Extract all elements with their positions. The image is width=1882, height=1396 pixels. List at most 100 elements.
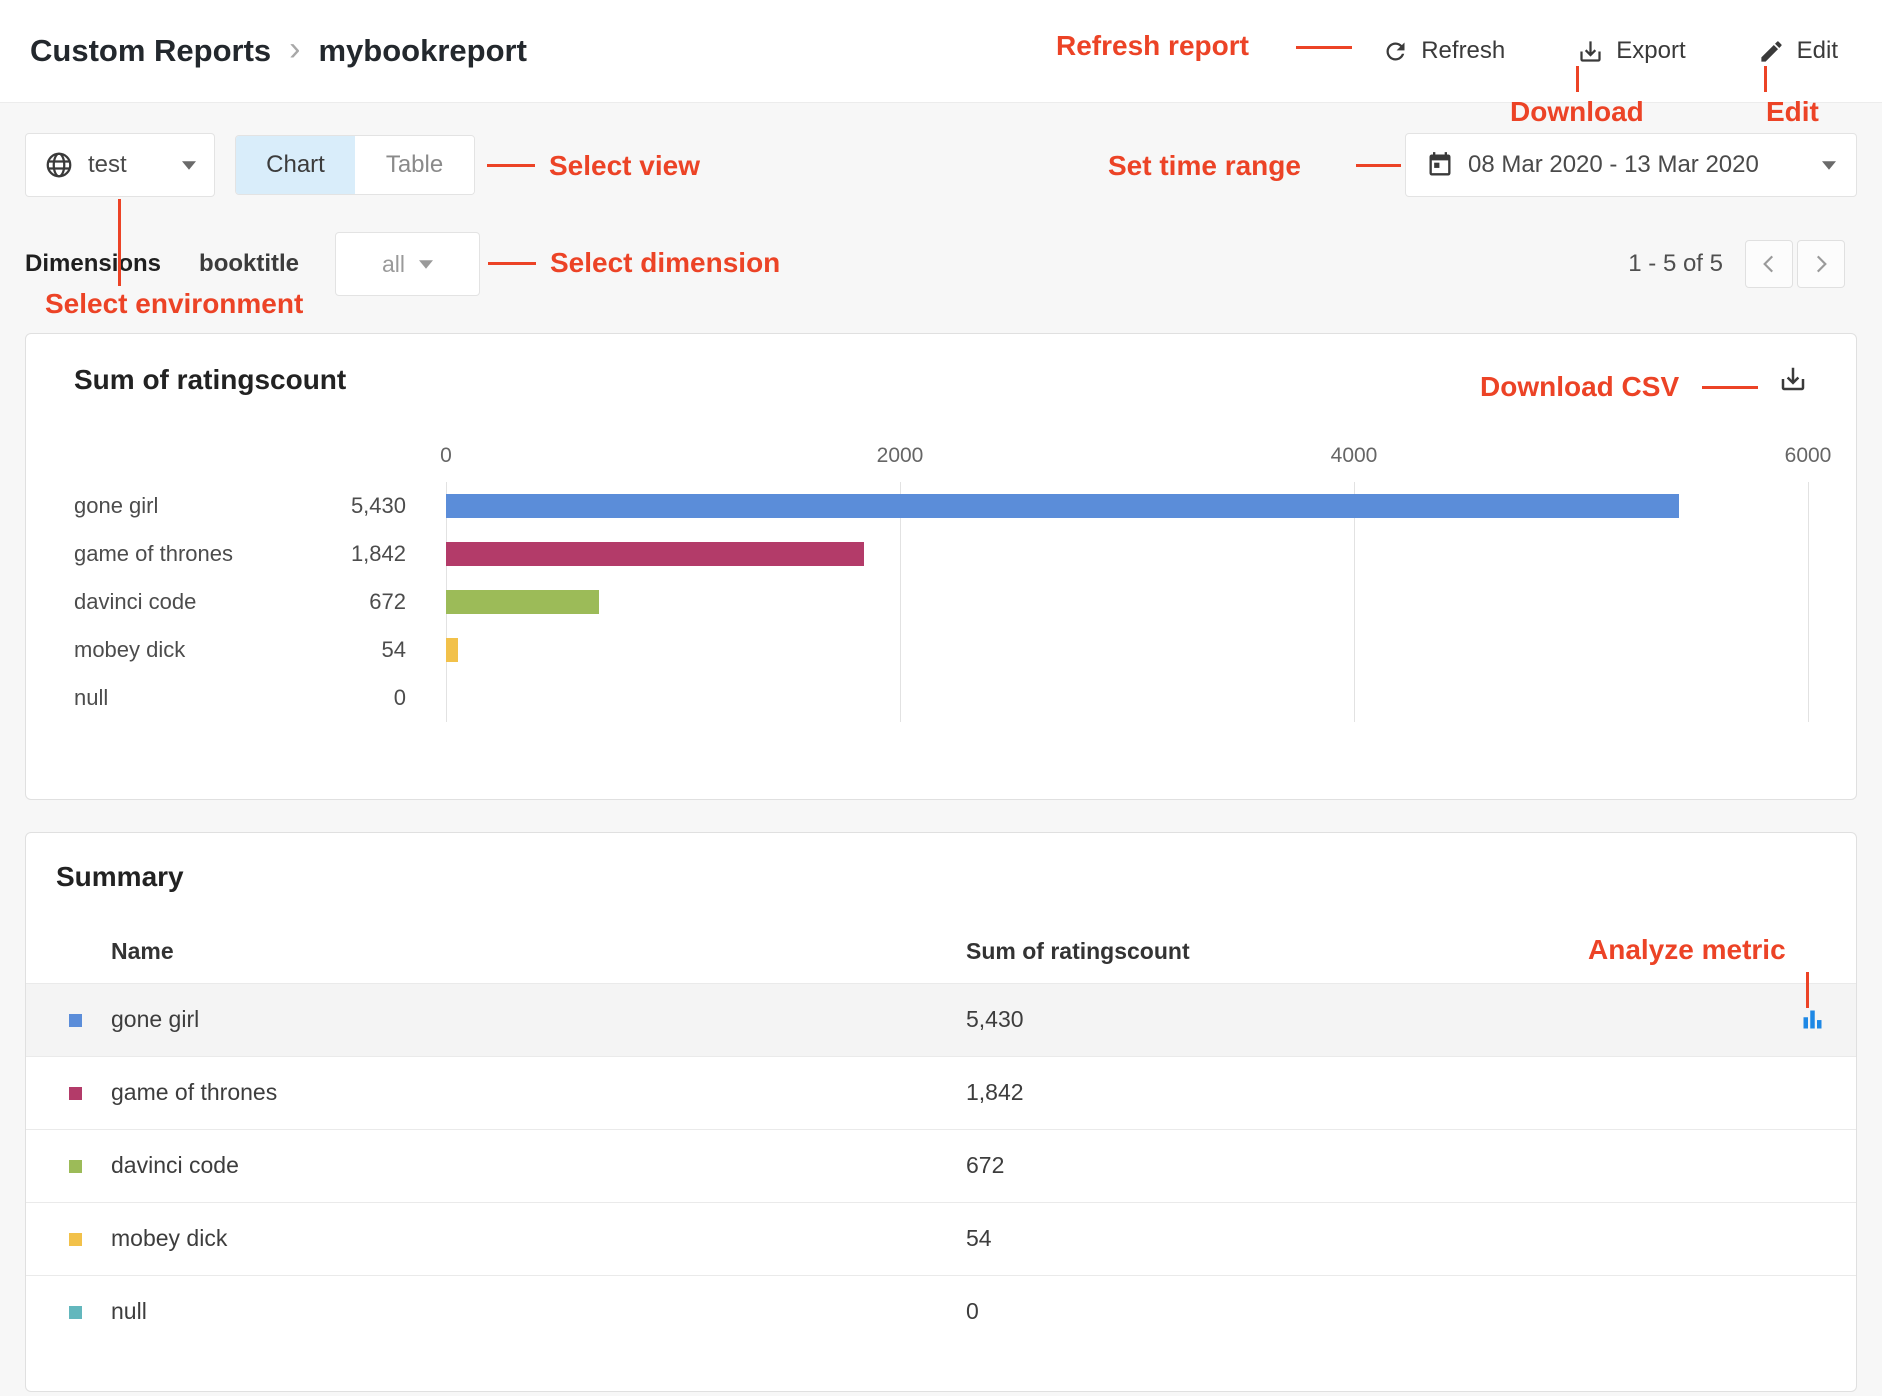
chart-title: Sum of ratingscount (74, 364, 346, 396)
table-row: gone girl 5,430 (26, 983, 1856, 1056)
table-row: davinci code 672 (26, 1129, 1856, 1202)
dimensions-label: Dimensions (25, 250, 161, 278)
environment-selector[interactable]: test (25, 133, 215, 197)
analyze-metric-button[interactable] (1799, 1006, 1826, 1033)
dimension-filter-value: all (382, 251, 405, 278)
row-name: davinci code (111, 1152, 239, 1178)
gridline (900, 482, 901, 722)
chevron-right-icon (1808, 251, 1834, 277)
summary-table: Name Sum of ratingscount gone girl5,430g… (26, 921, 1856, 1348)
chart-category-label: mobey dick (74, 637, 286, 663)
row-action-cell (1766, 1056, 1856, 1129)
download-csv-button[interactable] (1778, 364, 1808, 394)
row-action-cell (1766, 983, 1856, 1056)
row-name-cell: davinci code (26, 1129, 966, 1202)
breadcrumb: Custom Reports › mybookreport (30, 32, 527, 70)
dimensions-row: Dimensions booktitle all 1 - 5 of 5 (25, 230, 1857, 298)
analyze-bar-chart-icon (1799, 1006, 1826, 1033)
dimension-name: booktitle (199, 250, 299, 278)
dimension-filter-dropdown[interactable]: all (335, 232, 480, 296)
header: Custom Reports › mybookreport Refresh Ex… (0, 0, 1882, 103)
chart-row: null0 (74, 674, 446, 722)
download-csv-icon (1778, 364, 1808, 394)
row-action-cell (1766, 1275, 1856, 1348)
chart-row: mobey dick54 (74, 626, 446, 674)
chart-category-label: davinci code (74, 589, 286, 615)
header-actions: Refresh Export Edit (1382, 37, 1838, 65)
breadcrumb-report-name: mybookreport (318, 33, 526, 69)
chevron-down-icon (182, 161, 196, 170)
refresh-button[interactable]: Refresh (1382, 37, 1505, 65)
chevron-down-icon (1822, 161, 1836, 170)
view-toggle: Chart Table (235, 135, 475, 195)
chart-plot (446, 482, 1808, 732)
row-action-cell (1766, 1129, 1856, 1202)
chart-value-label: 5,430 (286, 493, 446, 519)
chart-row: game of thrones1,842 (74, 530, 446, 578)
chart-category-label: gone girl (74, 493, 286, 519)
table-row: mobey dick 54 (26, 1202, 1856, 1275)
summary-card: Summary Name Sum of ratingscount gone gi… (25, 832, 1857, 1392)
chart-row: davinci code672 (74, 578, 446, 626)
row-name: game of thrones (111, 1079, 277, 1105)
bar-gone-girl[interactable] (446, 494, 1679, 518)
row-name-cell: null (26, 1275, 966, 1348)
row-value: 672 (966, 1129, 1766, 1202)
summary-header-row: Name Sum of ratingscount (26, 921, 1856, 983)
chart-category-label: null (74, 685, 286, 711)
chart-view-button[interactable]: Chart (236, 136, 355, 194)
row-name: mobey dick (111, 1225, 227, 1251)
date-range-picker[interactable]: 08 Mar 2020 - 13 Mar 2020 (1405, 133, 1857, 197)
table-row: game of thrones 1,842 (26, 1056, 1856, 1129)
chevron-down-icon (419, 260, 433, 269)
row-value: 5,430 (966, 983, 1766, 1056)
chart-category-label: game of thrones (74, 541, 286, 567)
export-button[interactable]: Export (1577, 37, 1685, 65)
toolbar: test Chart Table 08 Mar 2020 - 13 Mar 20… (25, 133, 1857, 197)
row-name: null (111, 1298, 147, 1324)
summary-table-body: gone girl5,430game of thrones1,842davinc… (26, 983, 1856, 1348)
row-name-cell: mobey dick (26, 1202, 966, 1275)
bar-chart: gone girl5,430game of thrones1,842davinc… (74, 430, 1808, 732)
pagination-next-button[interactable] (1797, 240, 1845, 288)
globe-icon (44, 150, 74, 180)
gridline (1354, 482, 1355, 722)
chart-value-label: 672 (286, 589, 446, 615)
row-value: 1,842 (966, 1056, 1766, 1129)
column-header-sum: Sum of ratingscount (966, 921, 1766, 983)
bar-mobey-dick[interactable] (446, 638, 458, 662)
row-action-cell (1766, 1202, 1856, 1275)
summary-title: Summary (26, 861, 1856, 905)
chart-value-label: 54 (286, 637, 446, 663)
chart-card-header: Sum of ratingscount (74, 364, 1808, 408)
chart-row: gone girl5,430 (74, 482, 446, 530)
bar-davinci-code[interactable] (446, 590, 599, 614)
column-header-actions (1766, 921, 1856, 983)
gridline (1808, 482, 1809, 722)
refresh-icon (1382, 38, 1409, 65)
date-range-text: 08 Mar 2020 - 13 Mar 2020 (1468, 151, 1759, 179)
series-color-swatch (69, 1233, 82, 1246)
chart-value-label: 0 (286, 685, 446, 711)
series-color-swatch (69, 1160, 82, 1173)
calendar-icon (1426, 151, 1454, 179)
pagination-text: 1 - 5 of 5 (1628, 250, 1723, 278)
row-name-cell: game of thrones (26, 1056, 966, 1129)
chevron-left-icon (1756, 251, 1782, 277)
bar-game-of-thrones[interactable] (446, 542, 864, 566)
export-download-icon (1577, 38, 1604, 65)
axis-tick-label: 4000 (1331, 444, 1378, 468)
column-header-name: Name (26, 921, 966, 983)
breadcrumb-custom-reports[interactable]: Custom Reports (30, 33, 271, 69)
row-value: 54 (966, 1202, 1766, 1275)
row-value: 0 (966, 1275, 1766, 1348)
edit-button[interactable]: Edit (1758, 37, 1838, 65)
row-name: gone girl (111, 1006, 199, 1032)
table-view-button[interactable]: Table (355, 136, 474, 194)
table-row: null 0 (26, 1275, 1856, 1348)
breadcrumb-chevron-icon: › (289, 32, 300, 70)
chart-plot-column: 0200040006000 (446, 430, 1808, 732)
axis-tick-label: 0 (440, 444, 452, 468)
pagination-prev-button[interactable] (1745, 240, 1793, 288)
environment-label: test (88, 151, 127, 179)
